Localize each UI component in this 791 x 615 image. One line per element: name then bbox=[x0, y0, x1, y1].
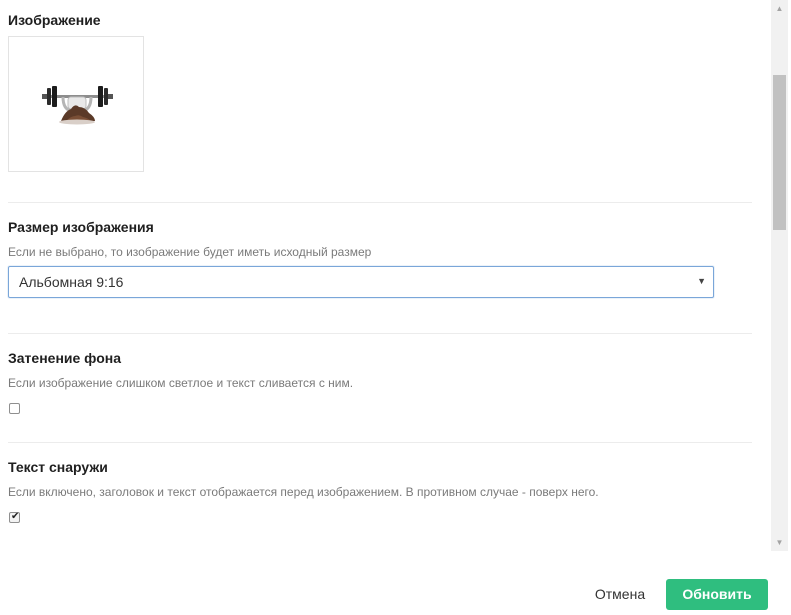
checkmark-icon: ✔ bbox=[11, 511, 20, 522]
scroll-down-arrow-icon[interactable]: ▼ bbox=[771, 534, 788, 551]
image-size-hint: Если не выбрано, то изображение будет им… bbox=[8, 245, 372, 259]
outside-text-checkbox[interactable]: ✔ bbox=[9, 511, 20, 523]
outside-text-title: Текст снаружи bbox=[8, 459, 108, 475]
image-size-selected-value: Альбомная 9:16 bbox=[19, 274, 124, 290]
section-divider bbox=[8, 333, 752, 334]
settings-scroll-area[interactable]: Изображение Размер изображения Если не в… bbox=[0, 0, 771, 551]
darken-background-hint: Если изображение слишком светлое и текст… bbox=[8, 376, 354, 390]
cancel-button[interactable]: Отмена bbox=[585, 580, 655, 610]
scrollbar-thumb[interactable] bbox=[773, 75, 786, 230]
darken-background-checkbox[interactable] bbox=[9, 403, 20, 414]
image-size-select[interactable]: Альбомная 9:16 ▼ bbox=[8, 266, 714, 298]
image-thumbnail[interactable] bbox=[8, 36, 144, 172]
vertical-scrollbar[interactable]: ▲ ▼ bbox=[771, 0, 788, 551]
outside-text-hint: Если включено, заголовок и текст отображ… bbox=[8, 485, 599, 499]
section-divider bbox=[8, 202, 752, 203]
update-button[interactable]: Обновить bbox=[666, 579, 768, 610]
scroll-up-arrow-icon[interactable]: ▲ bbox=[771, 0, 788, 17]
image-size-title: Размер изображения bbox=[8, 219, 154, 235]
image-section-title: Изображение bbox=[8, 12, 101, 28]
dumbbell-coffee-icon bbox=[42, 86, 113, 125]
section-divider bbox=[8, 442, 752, 443]
chevron-down-icon: ▼ bbox=[697, 276, 706, 286]
darken-background-title: Затенение фона bbox=[8, 350, 122, 366]
